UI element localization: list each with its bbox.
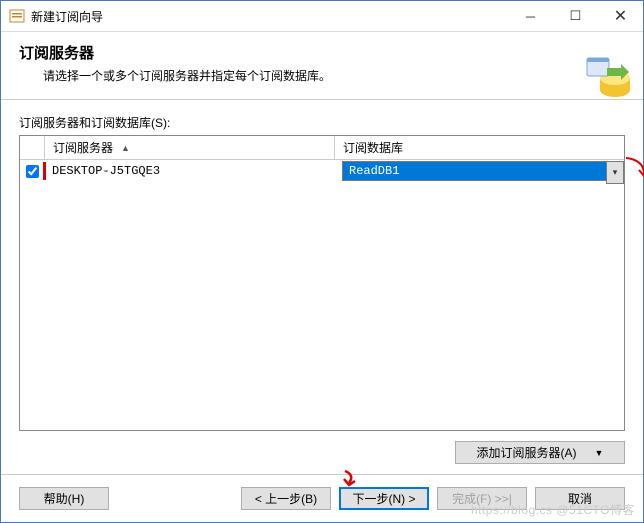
add-server-row: 添加订阅服务器(A) ▼ (19, 441, 625, 464)
close-button[interactable]: ✕ (598, 2, 643, 31)
chevron-down-icon[interactable]: ▾ (606, 161, 624, 184)
sort-ascending-icon: ▲ (121, 143, 130, 153)
app-icon (9, 8, 25, 24)
header-checkbox-col (20, 136, 45, 159)
next-button[interactable]: 下一步(N) > (339, 487, 429, 510)
grid-label: 订阅服务器和订阅数据库(S): (19, 114, 625, 131)
wizard-header: 订阅服务器 请选择一个或多个订阅服务器并指定每个订阅数据库。 (1, 32, 643, 100)
page-title: 订阅服务器 (19, 42, 625, 63)
annotation-arrow-2 (624, 156, 644, 185)
back-button[interactable]: < 上一步(B) (241, 487, 331, 510)
finish-button: 完成(F) >>| (437, 487, 527, 510)
row-checkbox-cell (20, 165, 44, 178)
window-title: 新建订阅向导 (31, 8, 508, 25)
wizard-body: 订阅服务器和订阅数据库(S): 订阅服务器 ▲ 订阅数据库 DESKTOP-J5… (1, 100, 643, 474)
add-server-label: 添加订阅服务器(A) (477, 444, 577, 461)
subscriber-grid: 订阅服务器 ▲ 订阅数据库 DESKTOP-J5TGQE3 ReadDB1 ▾ (19, 135, 625, 431)
wizard-window: 新建订阅向导 ─ ☐ ✕ 订阅服务器 请选择一个或多个订阅服务器并指定每个订阅数… (0, 0, 644, 523)
grid-empty-area (20, 182, 624, 430)
chevron-down-icon: ▼ (595, 448, 604, 458)
wizard-footer: 帮助(H) < 上一步(B) 下一步(N) > 完成(F) >>| 取消 (1, 474, 643, 522)
server-name-cell[interactable]: DESKTOP-J5TGQE3 (44, 164, 342, 178)
database-cell: ReadDB1 ▾ (342, 161, 624, 181)
minimize-button[interactable]: ─ (508, 2, 553, 31)
titlebar: 新建订阅向导 ─ ☐ ✕ (1, 1, 643, 32)
row-checkbox[interactable] (26, 165, 39, 178)
column-server-label: 订阅服务器 (53, 139, 113, 156)
database-dropdown[interactable]: ReadDB1 ▾ (342, 161, 624, 181)
maximize-button[interactable]: ☐ (553, 2, 598, 31)
column-server[interactable]: 订阅服务器 ▲ (45, 136, 335, 159)
grid-header: 订阅服务器 ▲ 订阅数据库 (20, 136, 624, 160)
help-button[interactable]: 帮助(H) (19, 487, 109, 510)
subscription-icon (585, 52, 633, 103)
column-database[interactable]: 订阅数据库 (335, 136, 624, 159)
cancel-button[interactable]: 取消 (535, 487, 625, 510)
table-row: DESKTOP-J5TGQE3 ReadDB1 ▾ (20, 160, 624, 182)
page-description: 请选择一个或多个订阅服务器并指定每个订阅数据库。 (43, 67, 625, 84)
add-server-button[interactable]: 添加订阅服务器(A) ▼ (455, 441, 625, 464)
column-database-label: 订阅数据库 (343, 139, 403, 156)
database-selected-value: ReadDB1 (342, 161, 606, 181)
